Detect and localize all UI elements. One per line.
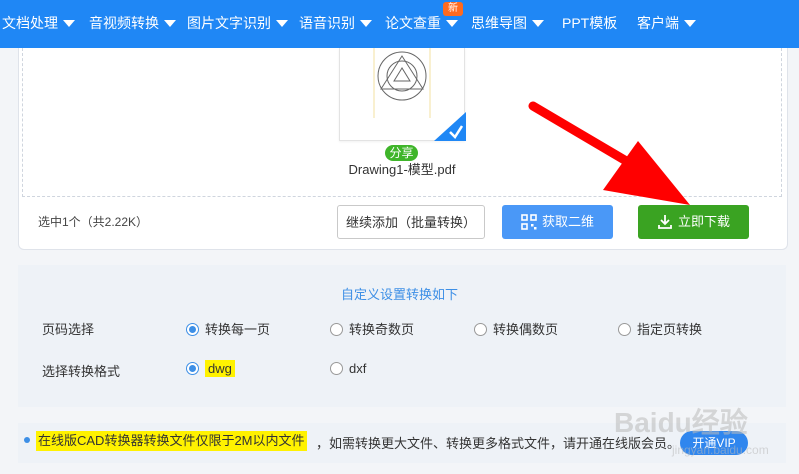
radio-convert-specified-pages[interactable]: 指定页转换 xyxy=(618,319,702,338)
nav-item-audio-video[interactable]: 音视频转换 xyxy=(89,0,176,48)
chevron-down-icon xyxy=(532,19,544,27)
baidu-jingyan-watermark: Baidu经验 jingyan.baidu.com xyxy=(614,406,769,457)
selected-check-icon xyxy=(434,112,466,141)
watermark-logo-text: Baidu经验 xyxy=(614,406,748,438)
chevron-down-icon xyxy=(276,19,288,27)
nav-item-ppt-templates[interactable]: PPT模板 xyxy=(562,0,617,48)
radio-button-selected xyxy=(186,323,199,337)
radio-button xyxy=(474,323,487,337)
radio-button xyxy=(330,362,343,376)
get-qr-code-button[interactable]: 获取二维 xyxy=(502,205,613,239)
qr-code-icon xyxy=(521,213,537,230)
radio-button xyxy=(330,323,343,337)
chevron-down-icon xyxy=(684,19,696,27)
chevron-down-icon xyxy=(164,19,176,27)
download-icon xyxy=(658,214,672,229)
format-selection-label: 选择转换格式 xyxy=(42,364,121,379)
settings-title: 自定义设置转换如下 xyxy=(340,287,458,302)
radio-button-selected xyxy=(186,362,199,376)
download-now-button[interactable]: 立即下载 xyxy=(638,205,749,239)
nav-item-speech[interactable]: 语音识别 xyxy=(299,0,372,48)
watermark-url: jingyan.baidu.com xyxy=(671,443,769,457)
radio-convert-even-pages[interactable]: 转换偶数页 xyxy=(474,319,558,338)
top-navigation-bar: 文档处理 音视频转换 图片文字识别 语音识别 论文查重 新 思维导图 PPT模板… xyxy=(0,0,799,48)
selected-count: 选中1个（共2.22K） xyxy=(38,215,149,229)
new-badge: 新 xyxy=(443,2,463,16)
page-selection-label: 页码选择 xyxy=(42,322,95,337)
nav-item-document-processing[interactable]: 文档处理 xyxy=(2,0,75,48)
radio-format-dwg[interactable]: dwg xyxy=(186,360,235,377)
bullet-dot xyxy=(24,437,30,443)
nav-item-mind-map[interactable]: 思维导图 xyxy=(471,0,544,48)
nav-item-ocr[interactable]: 图片文字识别 xyxy=(187,0,288,48)
radio-convert-odd-pages[interactable]: 转换奇数页 xyxy=(330,319,414,338)
radio-button xyxy=(618,323,631,337)
chevron-down-icon xyxy=(360,19,372,27)
continue-add-button[interactable]: 继续添加（批量转换） xyxy=(337,205,485,239)
file-name: Drawing1-模型.pdf xyxy=(348,162,456,177)
notice-highlight-text: 在线版CAD转换器转换文件仅限于2M以内文件 xyxy=(36,431,307,451)
radio-convert-every-page[interactable]: 转换每一页 xyxy=(186,319,270,338)
chevron-down-icon xyxy=(446,19,458,27)
chevron-down-icon xyxy=(63,19,75,27)
radio-format-dxf[interactable]: dxf xyxy=(330,361,366,376)
nav-item-client[interactable]: 客户端 xyxy=(637,0,696,48)
